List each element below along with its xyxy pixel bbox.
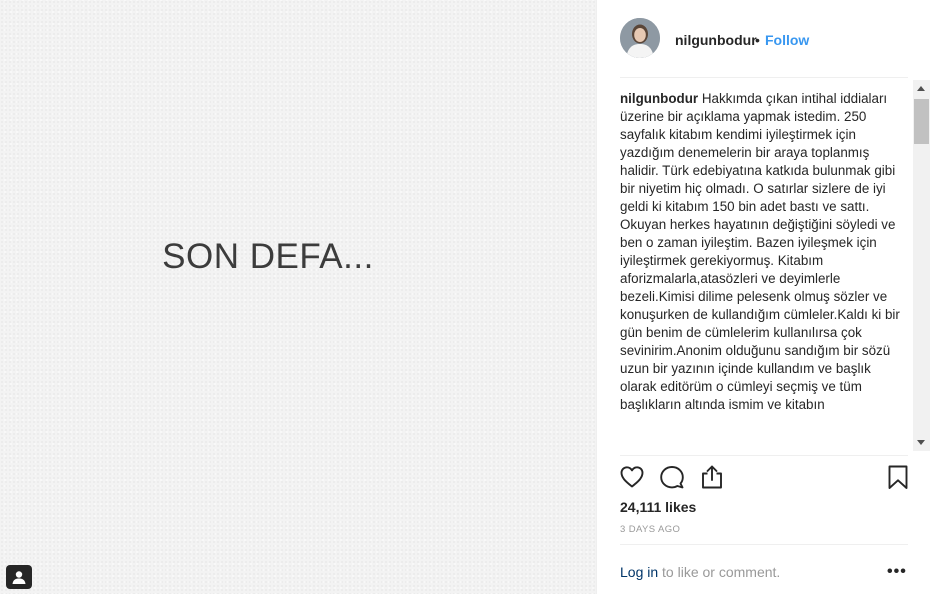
avatar[interactable] <box>620 18 660 58</box>
login-prompt-text: to like or comment. <box>658 564 781 580</box>
follow-button[interactable]: Follow <box>765 32 809 48</box>
header-username[interactable]: nilgunbodur <box>675 32 757 48</box>
user-tag-button[interactable] <box>6 565 32 589</box>
login-prompt: Log in to like or comment. <box>620 564 780 580</box>
post-timestamp[interactable]: 3 DAYS AGO <box>620 524 680 535</box>
avatar-image <box>620 18 660 58</box>
post-media: SON DEFA... <box>0 0 596 594</box>
bookmark-icon[interactable] <box>885 464 911 490</box>
divider <box>620 544 908 545</box>
divider <box>620 455 908 456</box>
separator-dot: • <box>755 32 760 48</box>
heart-icon[interactable] <box>619 464 645 490</box>
comment-icon[interactable] <box>659 464 685 490</box>
scrollbar[interactable] <box>913 80 930 451</box>
media-text: SON DEFA... <box>162 237 374 276</box>
comments-area[interactable]: nilgunbodur Hakkımda çıkan intihal iddia… <box>620 90 908 448</box>
scroll-up-arrow-icon[interactable] <box>913 80 930 97</box>
caption: nilgunbodur Hakkımda çıkan intihal iddia… <box>620 90 908 414</box>
scroll-thumb[interactable] <box>914 99 929 144</box>
caption-text: Hakkımda çıkan intihal iddiaları üzerine… <box>620 91 900 412</box>
scroll-down-arrow-icon[interactable] <box>913 434 930 451</box>
divider <box>620 77 908 78</box>
user-tag-icon <box>12 571 26 584</box>
more-options-icon[interactable]: ••• <box>887 563 907 581</box>
login-link[interactable]: Log in <box>620 564 658 580</box>
share-icon[interactable] <box>699 464 725 490</box>
post-header: nilgunbodur • Follow <box>597 0 934 78</box>
caption-username[interactable]: nilgunbodur <box>620 91 698 106</box>
likes-count[interactable]: 24,111 likes <box>620 499 696 515</box>
post-side-panel: nilgunbodur • Follow nilgunbodur Hakkımd… <box>596 0 934 594</box>
